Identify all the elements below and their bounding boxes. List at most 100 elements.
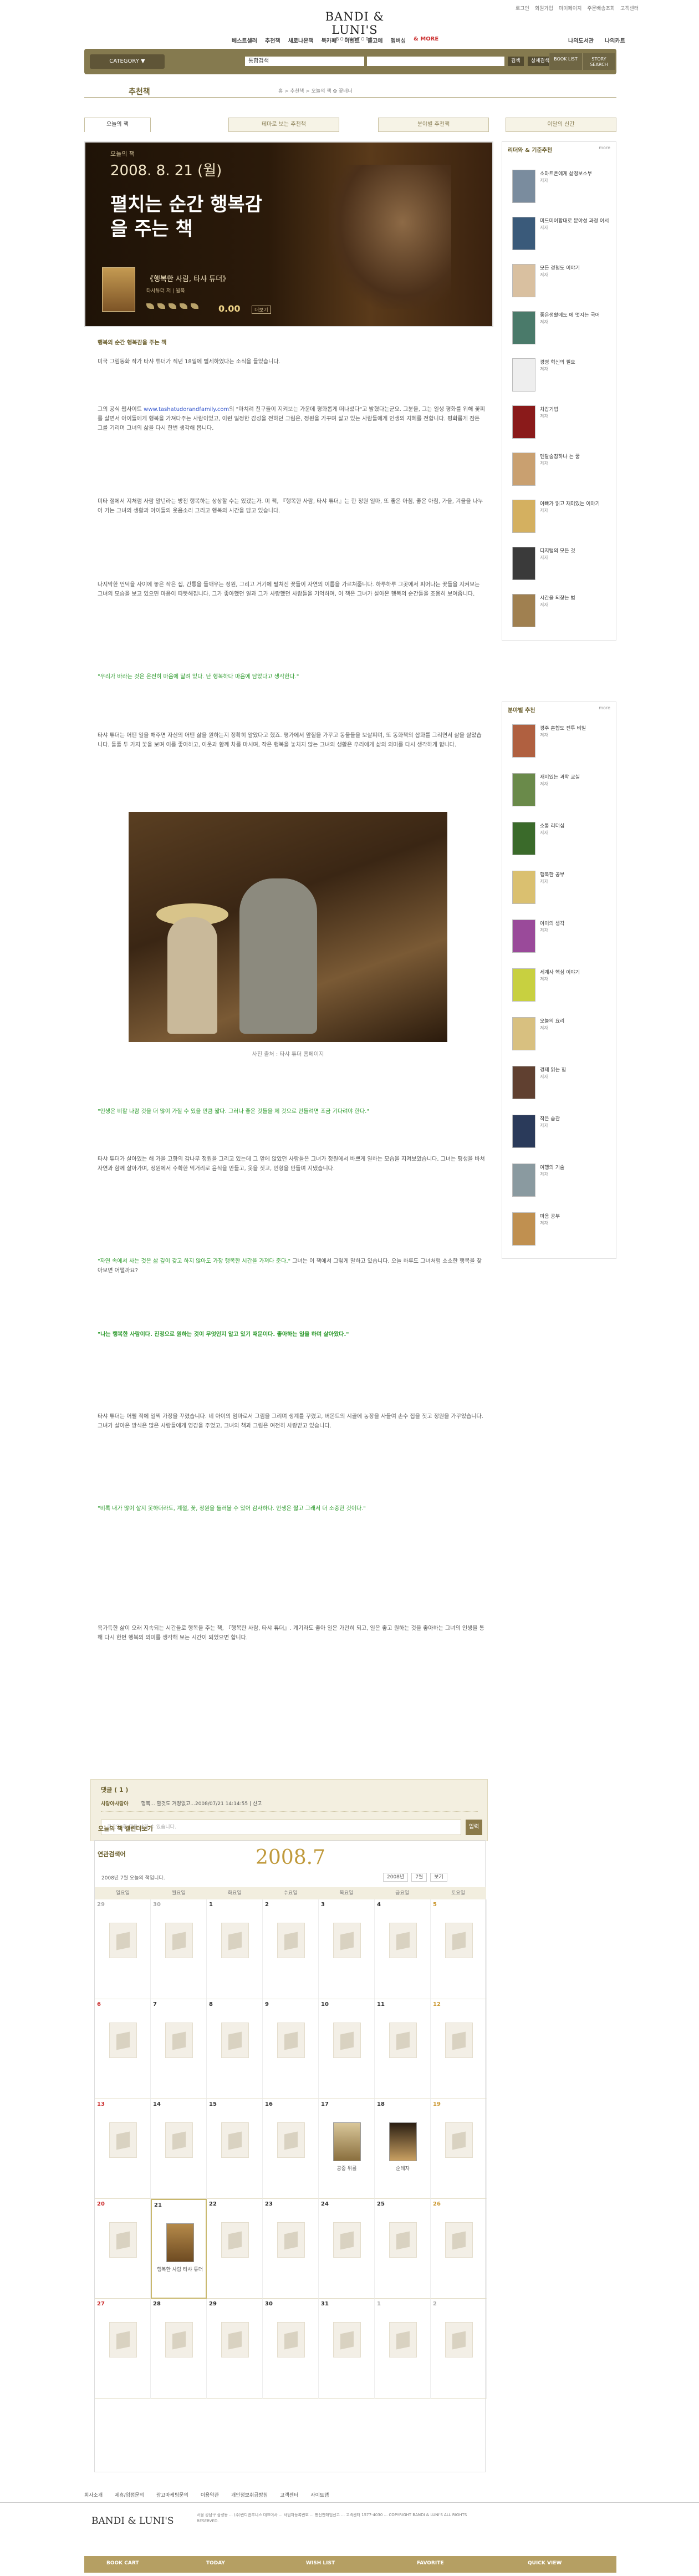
rec-item[interactable]: 아이의 생각 저자 (512, 919, 612, 958)
calendar-day-cell[interactable]: 19 (431, 2099, 487, 2199)
calendar-day-cell[interactable]: 6 (95, 1999, 151, 2099)
hero-book-title[interactable]: 《행복한 사람, 타샤 튜더》 (146, 273, 229, 283)
month-select[interactable]: 7월 (411, 1873, 427, 1882)
calendar-day-cell[interactable]: 1 (207, 1899, 263, 1999)
gnb-mylibrary[interactable]: 나의도서관 (568, 36, 594, 44)
rec-item-cover[interactable] (512, 1115, 535, 1148)
calendar-day-cell[interactable]: 17 공중 위를 (319, 2099, 375, 2199)
util-join[interactable]: 회원가입 (535, 4, 553, 12)
search-button[interactable]: 검색 (508, 57, 524, 66)
calendar-day-cell[interactable]: 20 (95, 2199, 151, 2299)
quick-view[interactable]: QUICK VIEW (528, 2560, 562, 2566)
book-cover[interactable] (333, 2122, 361, 2161)
rec-item[interactable]: 마음 공부 저자 (512, 1212, 612, 1251)
calendar-day-cell[interactable]: 8 (207, 1999, 263, 2099)
rec-item-title[interactable]: 경영 혁신의 필요 (540, 360, 575, 365)
book-title[interactable]: 행복한 사람 타샤 튜더 (152, 2267, 208, 2273)
footer-link-ad[interactable]: 광고마케팅문의 (156, 2491, 188, 2498)
gnb-membership[interactable]: 멤버십 (390, 36, 406, 44)
rec-item-cover[interactable] (512, 968, 535, 1002)
calendar-day-cell[interactable]: 28 (151, 2299, 207, 2399)
util-cs[interactable]: 고객센터 (620, 4, 639, 12)
util-mypage[interactable]: 마이페이지 (559, 4, 581, 12)
rec-item-title[interactable]: 소마트폰에게 삶정보소부 (540, 171, 592, 177)
calendar-day-cell[interactable]: 31 (319, 2299, 375, 2399)
book-title[interactable]: 공중 위를 (319, 2166, 375, 2172)
rec-item[interactable]: 아빠가 읽고 재미있는 이야기 저자 (512, 500, 612, 538)
rec-item[interactable]: 차갑기법 저자 (512, 405, 612, 444)
footer-link-partner[interactable]: 제휴/입점문의 (115, 2491, 144, 2498)
rec-item-cover[interactable] (512, 724, 535, 758)
comment-input[interactable]: 로그인 후 글을 남길 수 있습니다. (101, 1820, 461, 1835)
rec-item-cover[interactable] (512, 405, 535, 439)
util-order[interactable]: 주문배송조회 (587, 4, 615, 12)
rec-item-cover[interactable] (512, 871, 535, 904)
rec-item-title[interactable]: 아빠가 읽고 재미있는 이야기 (540, 501, 600, 507)
gnb-more[interactable]: & MORE (414, 36, 438, 44)
book-title[interactable]: 순례자 (375, 2166, 431, 2172)
rec-item-title[interactable]: 경제 읽는 힘 (540, 1068, 566, 1073)
rec-item[interactable]: 소통 리더십 저자 (512, 822, 612, 861)
rec-item-title[interactable]: 세계사 핵심 이야기 (540, 970, 580, 975)
rec-item-cover[interactable] (512, 170, 535, 203)
calendar-day-cell[interactable]: 1 (375, 2299, 431, 2399)
rec-item-title[interactable]: 좋은생활에도 에 멋지는 국어 (540, 313, 600, 318)
calendar-day-cell[interactable]: 23 (263, 2199, 319, 2299)
rec-item-cover[interactable] (512, 500, 535, 533)
calendar-day-cell[interactable]: 30 (151, 1899, 207, 1999)
rec-item-title[interactable]: 미드미어합대로 분야성 과정 어서 (540, 219, 609, 224)
rec-item-cover[interactable] (512, 773, 535, 806)
rec-item-title[interactable]: 작은 습관 (540, 1116, 560, 1122)
rec-item-cover[interactable] (512, 594, 535, 627)
gnb-recommend[interactable]: 추천책 (265, 36, 280, 44)
year-select[interactable]: 2008년 (383, 1873, 409, 1882)
rec-item-cover[interactable] (512, 358, 535, 392)
comment-submit-button[interactable]: 입력 (466, 1820, 482, 1835)
calendar-day-cell[interactable]: 21 행복한 사람 타샤 튜더 (151, 2199, 207, 2299)
rec-item[interactable]: 좋은생활에도 에 멋지는 국어 저자 (512, 311, 612, 350)
rec-item-title[interactable]: 디지털의 모든 것 (540, 548, 575, 554)
calendar-day-cell[interactable]: 18 순례자 (375, 2099, 431, 2199)
rec-item-cover[interactable] (512, 264, 535, 297)
quick-book-cart[interactable]: BOOK CART (106, 2560, 139, 2566)
search-input[interactable] (367, 57, 504, 66)
rec-item[interactable]: 경영 혁신의 필요 저자 (512, 358, 612, 397)
rec-item-cover[interactable] (512, 1066, 535, 1099)
tab-category[interactable]: 분야별 추천책 (378, 118, 489, 132)
rec-item[interactable]: 오늘의 요리 저자 (512, 1017, 612, 1056)
quick-today[interactable]: TODAY (206, 2560, 225, 2566)
calendar-day-cell[interactable]: 29 (207, 2299, 263, 2399)
calendar-day-cell[interactable]: 27 (95, 2299, 151, 2399)
calendar-day-cell[interactable]: 2 (431, 2299, 487, 2399)
calendar-day-cell[interactable]: 5 (431, 1899, 487, 1999)
calendar-day-cell[interactable]: 30 (263, 2299, 319, 2399)
calendar-day-cell[interactable]: 15 (207, 2099, 263, 2199)
rec-item[interactable]: 시간을 되찾는 법 저자 (512, 594, 612, 633)
calendar-day-cell[interactable]: 11 (375, 1999, 431, 2099)
gnb-bookcafe[interactable]: 북카페 (322, 36, 337, 44)
rec-item-title[interactable]: 소통 리더십 (540, 824, 564, 829)
rec-item-title[interactable]: 멘탈숨참하나 는 꿈 (540, 454, 580, 460)
rec-item-title[interactable]: 모든 경험도 이야기 (540, 266, 580, 271)
rec-item-title[interactable]: 마음 공부 (540, 1214, 560, 1220)
calendar-day-cell[interactable]: 9 (263, 1999, 319, 2099)
hero-more-button[interactable]: 더보기 (252, 306, 271, 314)
footer-link-sitemap[interactable]: 사이트맵 (310, 2491, 329, 2498)
footer-link-cs[interactable]: 고객센터 (280, 2491, 298, 2498)
book-cover[interactable] (166, 2223, 194, 2262)
category-button[interactable]: CATEGORY ▼ (90, 54, 165, 69)
rec-item-title[interactable]: 아이의 생각 (540, 921, 564, 927)
calendar-day-cell[interactable]: 16 (263, 2099, 319, 2199)
rec-item-title[interactable]: 오늘의 요리 (540, 1019, 564, 1024)
rec-item[interactable]: 작은 습관 저자 (512, 1115, 612, 1154)
tasha-site-link[interactable]: www.tashatudorandfamily.com (144, 407, 229, 413)
calendar-day-cell[interactable]: 29 (95, 1899, 151, 1999)
rec-item-cover[interactable] (512, 217, 535, 250)
rec-item-cover[interactable] (512, 311, 535, 344)
rec-item-cover[interactable] (512, 1163, 535, 1197)
rec-item-cover[interactable] (512, 1212, 535, 1246)
footer-link-privacy[interactable]: 개인정보취급방침 (231, 2491, 268, 2498)
rec-item-title[interactable]: 경주 혼합도 전투 비밀 (540, 726, 586, 731)
rec-item[interactable]: 디지털의 모든 것 저자 (512, 547, 612, 586)
rec-item-title[interactable]: 재미있는 과학 교실 (540, 775, 580, 780)
